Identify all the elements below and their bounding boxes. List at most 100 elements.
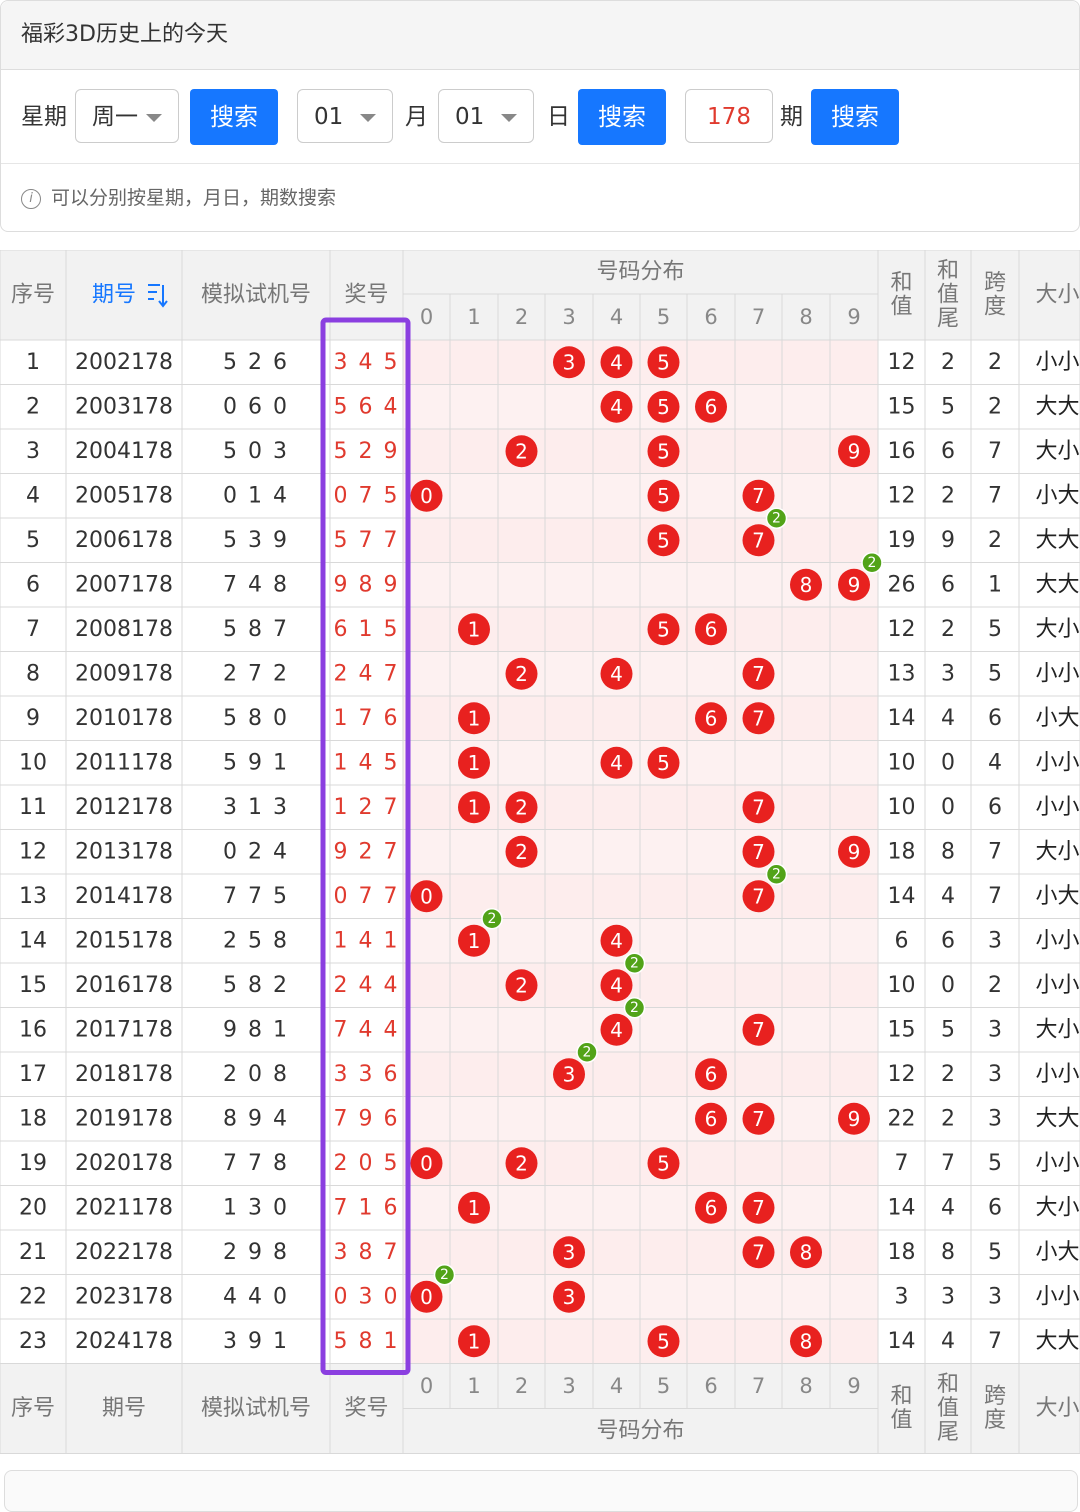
row-seq: 21 — [19, 1240, 47, 1265]
number-ball-label: 7 — [752, 840, 765, 864]
number-ball-label: 1 — [468, 795, 481, 819]
row-sum: 19 — [888, 528, 916, 553]
row-sum: 12 — [888, 350, 916, 375]
number-ball-label: 7 — [752, 662, 765, 686]
double-badge-label: 2 — [868, 555, 877, 571]
row-period: 2003178 — [75, 394, 173, 419]
row-span: 2 — [988, 528, 1002, 553]
header-digit: 5 — [657, 305, 670, 329]
row-sum: 15 — [888, 394, 916, 419]
row-size: 大大 — [1035, 572, 1079, 597]
double-badge-label: 2 — [772, 866, 781, 882]
row-award: 5 2 9 — [334, 439, 400, 464]
row-sim: 5 9 1 — [223, 750, 289, 775]
row-span: 5 — [988, 1240, 1002, 1265]
row-sum: 14 — [888, 1195, 916, 1220]
row-sim: 3 9 1 — [223, 1329, 289, 1354]
row-size: 小小 — [1035, 928, 1079, 953]
row-sum: 7 — [895, 1151, 909, 1176]
number-ball-label: 0 — [420, 1285, 433, 1309]
row-size: 大小 — [1035, 839, 1079, 864]
row-period: 2004178 — [75, 439, 173, 464]
row-span: 4 — [988, 750, 1002, 775]
row-period: 2020178 — [75, 1151, 173, 1176]
header-distribution: 号码分布 — [596, 260, 684, 285]
row-sum: 12 — [888, 483, 916, 508]
day-select[interactable]: 01 — [438, 89, 534, 143]
row-sum: 15 — [888, 1017, 916, 1042]
row-sum-tail: 9 — [941, 528, 955, 553]
number-ball-label: 5 — [657, 484, 670, 508]
row-sum-tail: 5 — [941, 394, 955, 419]
row-award: 6 1 5 — [334, 617, 400, 642]
row-size: 小大 — [1035, 706, 1079, 731]
row-sim: 5 0 3 — [223, 439, 289, 464]
double-badge-label: 2 — [630, 1000, 639, 1016]
search-week-button[interactable]: 搜索 — [190, 89, 278, 145]
number-ball-label: 4 — [610, 973, 623, 997]
number-ball-label: 7 — [752, 1107, 765, 1131]
row-span: 3 — [988, 928, 1002, 953]
number-ball-label: 5 — [657, 528, 670, 552]
row-award: 1 7 6 — [334, 706, 400, 731]
footer-digit: 4 — [610, 1374, 623, 1398]
row-award: 1 4 1 — [334, 928, 400, 953]
number-ball-label: 7 — [752, 1240, 765, 1264]
row-sim: 7 7 8 — [223, 1151, 289, 1176]
row-seq: 18 — [19, 1106, 47, 1131]
number-ball-label: 2 — [515, 795, 528, 819]
row-sum-tail: 4 — [941, 1329, 955, 1354]
period-input[interactable]: 178 — [685, 89, 773, 143]
row-span: 3 — [988, 1017, 1002, 1042]
row-seq: 10 — [19, 750, 47, 775]
number-ball-label: 5 — [657, 617, 670, 641]
row-span: 7 — [988, 839, 1002, 864]
month-select[interactable]: 01 — [297, 89, 393, 143]
week-select[interactable]: 周一 — [75, 89, 179, 143]
footer-sum-tail: 尾 — [937, 1420, 959, 1445]
footer-sim: 模拟试机号 — [201, 1396, 311, 1421]
number-ball-label: 3 — [563, 1062, 576, 1086]
number-ball-label: 5 — [657, 1151, 670, 1175]
search-date-button[interactable]: 搜索 — [578, 89, 666, 145]
row-sum-tail: 0 — [941, 795, 955, 820]
row-span: 6 — [988, 706, 1002, 731]
row-seq: 13 — [19, 884, 47, 909]
header-digit: 8 — [799, 305, 812, 329]
row-sum: 18 — [888, 1240, 916, 1265]
row-span: 5 — [988, 1151, 1002, 1176]
row-award: 3 8 7 — [334, 1240, 400, 1265]
row-seq: 5 — [26, 528, 40, 553]
row-seq: 22 — [19, 1284, 47, 1309]
header-digit: 3 — [562, 305, 575, 329]
row-seq: 8 — [26, 661, 40, 686]
footer-sum: 和 — [890, 1384, 912, 1409]
number-ball-label: 6 — [705, 1062, 718, 1086]
number-ball-label: 1 — [468, 1329, 481, 1353]
row-award: 0 3 0 — [334, 1284, 400, 1309]
search-period-button[interactable]: 搜索 — [811, 89, 899, 145]
row-period: 2007178 — [75, 572, 173, 597]
number-ball-label: 7 — [752, 706, 765, 730]
number-ball-label: 7 — [752, 795, 765, 819]
row-span: 7 — [988, 439, 1002, 464]
row-sim: 5 8 2 — [223, 973, 289, 998]
number-ball-label: 3 — [563, 1240, 576, 1264]
header-sum-tail: 和 — [937, 259, 959, 284]
row-award: 2 4 7 — [334, 661, 400, 686]
number-ball-label: 7 — [752, 1196, 765, 1220]
row-sim: 4 4 0 — [223, 1284, 289, 1309]
row-period: 2024178 — [75, 1329, 173, 1354]
row-award: 0 7 7 — [334, 884, 400, 909]
row-sum: 3 — [895, 1284, 909, 1309]
row-size: 小小 — [1035, 1062, 1079, 1087]
number-ball-label: 7 — [752, 1018, 765, 1042]
row-sum: 14 — [888, 1329, 916, 1354]
header-sim: 模拟试机号 — [201, 283, 311, 308]
row-award: 2 0 5 — [334, 1151, 400, 1176]
double-badge-label: 2 — [630, 955, 639, 971]
header-digit: 1 — [467, 305, 480, 329]
row-seq: 11 — [19, 795, 47, 820]
history-grid: 序号 期号 模拟试机号 奖号号码分布0 1 2 3 4 5 6 7 8 9和值和值尾跨度 大小序号 期号 模拟… — [0, 250, 1080, 1454]
row-size: 大大 — [1035, 1329, 1079, 1354]
